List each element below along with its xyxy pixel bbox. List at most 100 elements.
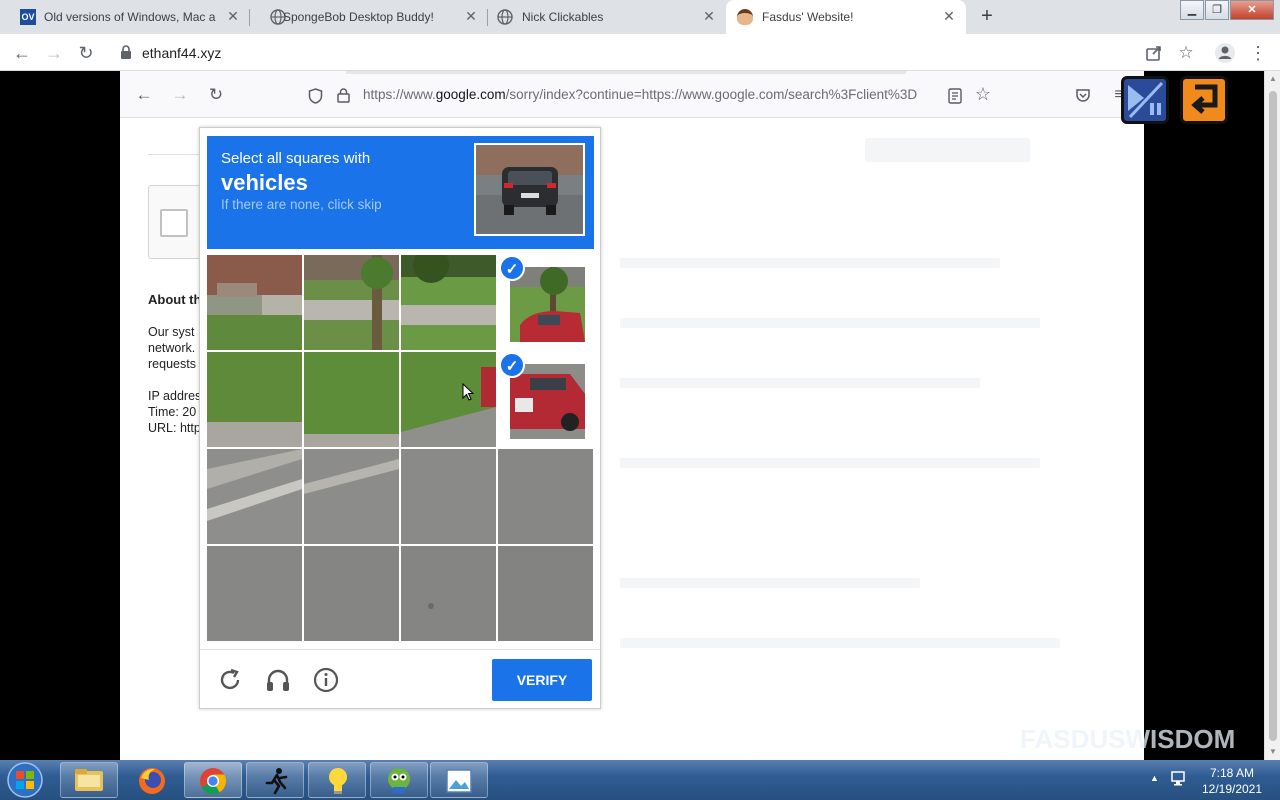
info-icon[interactable] — [312, 666, 340, 694]
headphones-icon[interactable] — [264, 666, 292, 694]
verify-button[interactable]: VERIFY — [492, 659, 592, 701]
tab-nick-clickables[interactable]: Nick Clickables ✕ — [488, 0, 724, 34]
about-line: network. — [148, 341, 196, 355]
scroll-up-icon[interactable]: ▲ — [1268, 74, 1278, 83]
show-hidden-icons-icon[interactable]: ▲ — [1150, 773, 1159, 783]
lock-icon[interactable] — [337, 88, 350, 103]
system-clock[interactable]: 7:18 AM 12/19/2021 — [1192, 765, 1272, 797]
lock-icon[interactable] — [120, 45, 132, 59]
page-margin-right — [1144, 71, 1264, 760]
captcha-tile[interactable] — [304, 255, 399, 350]
tab-title: Fasdus' Website! — [762, 10, 854, 24]
url-rest: /sorry/index?continue=https://www.google… — [505, 87, 918, 102]
picture-icon — [446, 769, 472, 793]
fasdus-favicon-icon — [737, 9, 753, 25]
minimize-button[interactable]: ▁ — [1180, 0, 1204, 20]
captcha-tile[interactable] — [207, 352, 302, 447]
info-line: URL: http — [148, 421, 201, 435]
media-play-pause-icon[interactable] — [1121, 76, 1169, 124]
blurred-content — [620, 258, 1000, 268]
close-icon[interactable]: ✕ — [942, 9, 956, 23]
forward-button[interactable]: → — [42, 41, 66, 65]
blurred-content — [620, 458, 1040, 468]
reload-button[interactable]: ↻ — [74, 41, 98, 65]
scroll-down-icon[interactable]: ▼ — [1268, 747, 1278, 756]
captcha-tile[interactable] — [207, 255, 302, 350]
page-scrollbar[interactable]: ▲ ▼ — [1264, 71, 1280, 760]
clock-time: 7:18 AM — [1209, 766, 1255, 780]
taskbar-tips-app[interactable] — [308, 762, 366, 798]
embedded-back-button[interactable]: ← — [133, 84, 155, 106]
taskbar: ▲ 7:18 AM 12/19/2021 — [0, 760, 1280, 800]
captcha-tile[interactable] — [498, 546, 593, 641]
info-line: IP addres — [148, 389, 202, 403]
challenge-footer: VERIFY — [200, 649, 600, 708]
bookmark-star-icon[interactable]: ☆ — [1174, 41, 1198, 65]
close-icon[interactable]: ✕ — [464, 9, 478, 23]
captcha-tile[interactable] — [304, 352, 399, 447]
chrome-toolbar: ← → ↻ ethanf44.xyz ☆ ⋮ — [0, 34, 1280, 71]
taskbar-chrome[interactable] — [184, 762, 242, 798]
captcha-tile[interactable] — [498, 449, 593, 544]
about-text: Our syst network. requests — [148, 324, 196, 372]
network-icon[interactable] — [1170, 770, 1188, 788]
pocket-icon[interactable] — [1075, 88, 1091, 103]
taskbar-runner-app[interactable] — [246, 762, 304, 798]
captcha-tile[interactable] — [207, 546, 302, 641]
selected-check-icon: ✓ — [499, 352, 525, 378]
tab-fasdus-website[interactable]: Fasdus' Website! ✕ — [726, 0, 966, 34]
challenge-target: vehicles — [221, 170, 308, 195]
captcha-tile[interactable] — [304, 449, 399, 544]
taskbar-paint-app[interactable] — [430, 762, 488, 798]
captcha-tile[interactable] — [207, 449, 302, 544]
clock-date: 12/19/2021 — [1201, 782, 1263, 796]
embedded-url-field[interactable]: https://www.google.com/sorry/index?conti… — [363, 87, 938, 102]
example-vehicle-image — [474, 143, 585, 236]
restore-button[interactable]: ❐ — [1205, 0, 1229, 20]
share-icon[interactable] — [1145, 44, 1163, 62]
lightbulb-icon — [329, 768, 347, 794]
back-button[interactable]: ← — [10, 41, 34, 65]
tab-old-versions[interactable]: OV Old versions of Windows, Mac an ✕ — [0, 0, 248, 34]
toolbar-shadow — [346, 71, 906, 74]
close-window-button[interactable]: ✕ — [1230, 0, 1274, 20]
captcha-tile[interactable] — [401, 255, 496, 350]
embedded-forward-button[interactable]: → — [169, 84, 191, 106]
captcha-tile[interactable] — [304, 546, 399, 641]
blurred-content — [620, 578, 920, 588]
challenge-header: Select all squares with vehicles If ther… — [207, 136, 594, 249]
request-info: IP addres Time: 20 URL: http — [148, 388, 201, 436]
reader-view-icon[interactable] — [948, 88, 962, 104]
bookmark-star-icon[interactable]: ☆ — [972, 83, 994, 105]
menu-icon[interactable]: ⋮ — [1246, 41, 1270, 65]
captcha-tile[interactable] — [401, 449, 496, 544]
blurred-content — [865, 138, 1030, 162]
taskbar-buddy-app[interactable] — [370, 762, 428, 798]
tab-title: Nick Clickables — [522, 10, 604, 24]
close-icon[interactable]: ✕ — [226, 9, 240, 23]
captcha-tile[interactable] — [401, 546, 496, 641]
close-icon[interactable]: ✕ — [702, 9, 716, 23]
replay-icon[interactable] — [1180, 76, 1228, 124]
running-man-icon — [265, 768, 288, 795]
start-button[interactable] — [6, 761, 44, 799]
channel-watermark: FASDUSWISDOM — [1020, 724, 1236, 754]
info-line: Time: 20 — [148, 405, 197, 419]
tile-image — [510, 267, 585, 342]
taskbar-explorer[interactable] — [60, 762, 118, 798]
blurred-content — [620, 378, 980, 388]
captcha-tile[interactable] — [401, 352, 496, 447]
tile-image — [510, 364, 585, 439]
page-margin-left — [0, 71, 120, 760]
scrollbar-thumb[interactable] — [1269, 91, 1277, 741]
tab-spongebob[interactable]: SpongeBob Desktop Buddy! ✕ — [250, 0, 486, 34]
im-not-a-robot-checkbox[interactable] — [160, 209, 188, 237]
taskbar-firefox[interactable] — [122, 762, 180, 798]
challenge-hint: If there are none, click skip — [221, 197, 382, 212]
reload-challenge-icon[interactable] — [216, 666, 244, 694]
tracking-shield-icon[interactable] — [308, 88, 323, 104]
profile-icon[interactable] — [1214, 42, 1236, 64]
address-bar[interactable]: ethanf44.xyz — [142, 45, 221, 61]
new-tab-button[interactable]: + — [976, 6, 998, 28]
embedded-reload-button[interactable]: ↻ — [205, 84, 227, 106]
